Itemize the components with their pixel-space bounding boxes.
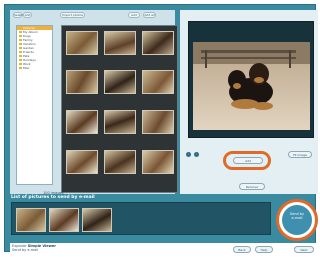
remove-from-list-button[interactable]: Remove — [239, 183, 265, 190]
next-button[interactable]: Next — [294, 246, 314, 253]
add-folder-button[interactable]: Add — [23, 12, 32, 18]
add-button[interactable]: Add — [128, 12, 140, 18]
thumbnail[interactable] — [142, 110, 174, 134]
thumbnail[interactable] — [66, 70, 98, 94]
previous-image-button[interactable]: ‹ — [186, 152, 191, 157]
next-image-button[interactable]: › — [194, 152, 199, 157]
image-preview — [188, 21, 314, 138]
folder-icon — [19, 51, 22, 53]
folder-icon — [19, 63, 22, 65]
thumbnail[interactable] — [104, 150, 136, 174]
brand-line-2: Send by e-mail — [12, 248, 39, 252]
thumbnail[interactable] — [66, 150, 98, 174]
add-all-button[interactable]: Add all — [143, 12, 156, 18]
send-by-email-button[interactable]: Send by e-mail — [282, 205, 312, 235]
folder-icon — [19, 43, 22, 45]
brand-text: Explorer Simple Viewer Send by e-mail — [12, 244, 56, 252]
tree-item[interactable]: Misc — [17, 66, 52, 70]
add-to-list-button[interactable]: Add — [233, 157, 263, 164]
selected-thumbnail[interactable] — [16, 208, 46, 232]
folder-icon — [19, 55, 22, 57]
folder-tree[interactable]: Pictures My Album Dogs Family Vacation G… — [16, 25, 53, 185]
thumbnail[interactable] — [142, 31, 174, 55]
folder-icon — [19, 47, 22, 49]
selected-thumbnail[interactable] — [82, 208, 112, 232]
browser-panel: Select Add Import photos Add Add all Pic… — [10, 10, 185, 195]
selected-thumbnail[interactable] — [49, 208, 79, 232]
selected-pictures-list[interactable] — [11, 202, 271, 235]
folder-icon — [19, 35, 22, 37]
bottom-bar: Explorer Simple Viewer Send by e-mail Ba… — [10, 243, 318, 254]
thumbnail-grid[interactable] — [61, 25, 178, 193]
thumbnail[interactable] — [104, 110, 136, 134]
send-highlight-ring: Send by e-mail — [276, 199, 318, 241]
thumbnail[interactable] — [104, 70, 136, 94]
thumbnail[interactable] — [142, 150, 174, 174]
thumbnail[interactable] — [142, 70, 174, 94]
help-button[interactable]: Help — [255, 246, 273, 253]
thumbnail[interactable] — [104, 31, 136, 55]
folder-icon — [19, 27, 22, 29]
preview-photo — [193, 42, 310, 130]
folder-icon — [19, 39, 22, 41]
folder-icon — [19, 67, 22, 69]
folder-icon — [19, 59, 22, 61]
folder-icon — [19, 31, 22, 33]
send-label-2: e-mail — [291, 216, 303, 220]
app-window: Select Add Import photos Add Add all Pic… — [4, 4, 318, 254]
dog-photo-image — [193, 42, 310, 130]
list-title: List of pictures to send by e-mail — [11, 195, 95, 200]
select-button[interactable]: Select — [13, 12, 23, 18]
import-photos-button[interactable]: Import photos — [60, 12, 85, 18]
back-button[interactable]: Back — [233, 246, 251, 253]
thumbnail[interactable] — [66, 110, 98, 134]
thumbnail[interactable] — [66, 31, 98, 55]
fit-image-button[interactable]: Fit image — [288, 151, 312, 158]
